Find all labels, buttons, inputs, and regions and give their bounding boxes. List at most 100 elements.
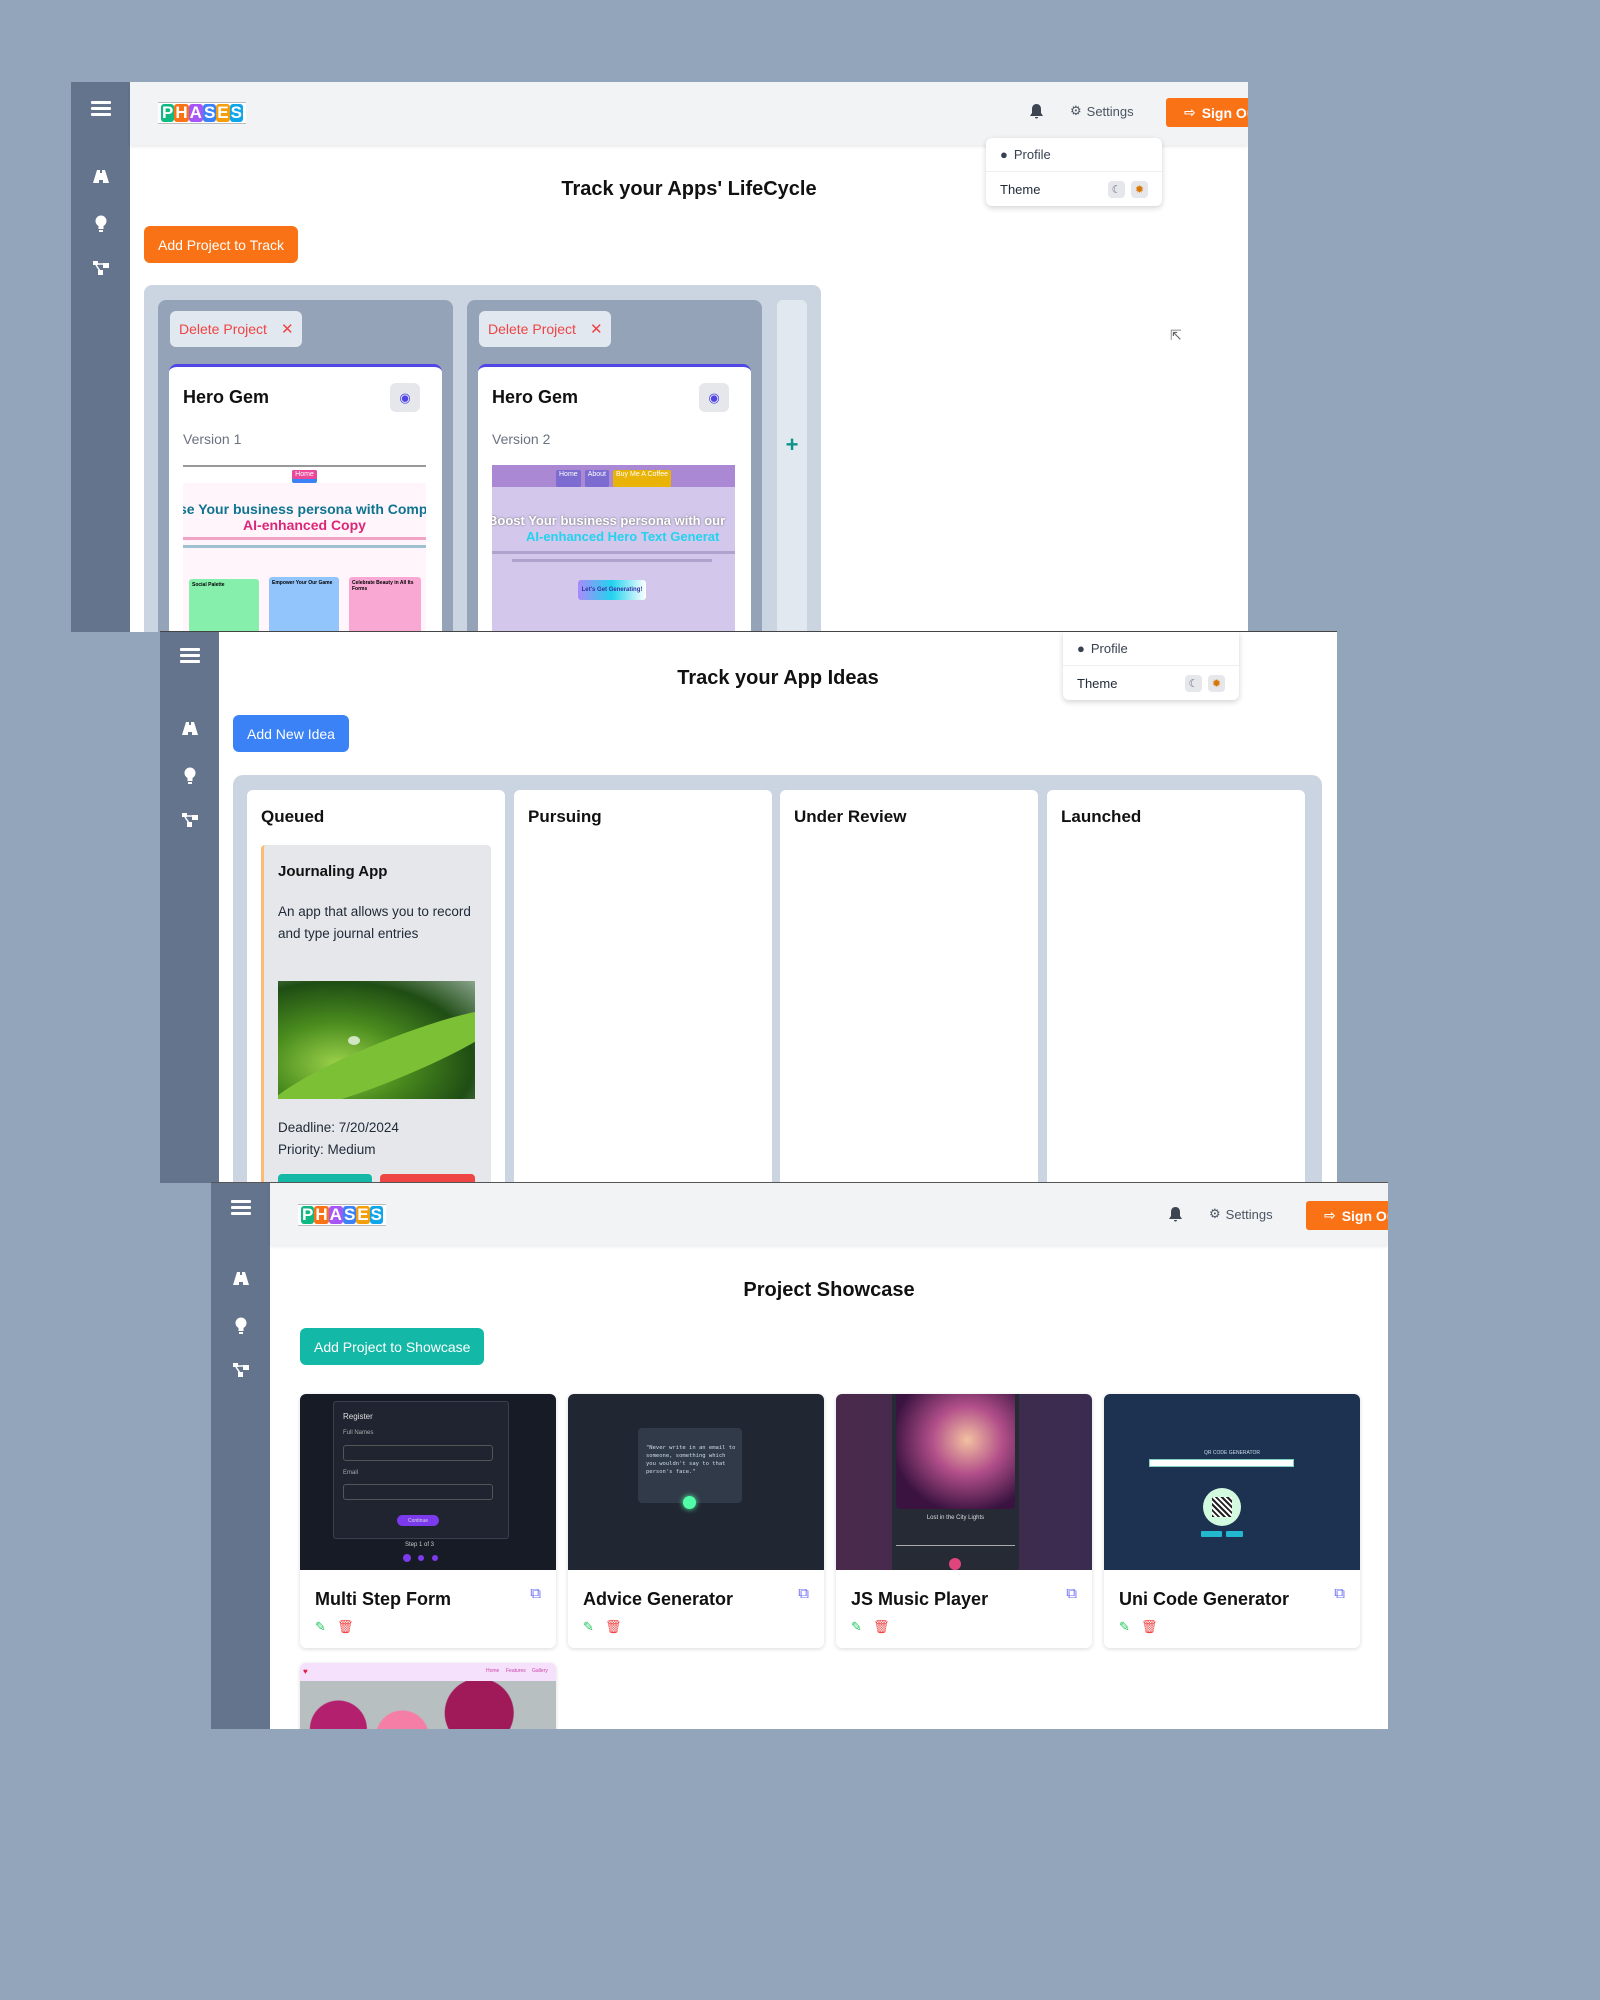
sitemap-icon[interactable] (71, 261, 130, 275)
idea-column-under-review: Under Review (780, 790, 1038, 1183)
profile-menu-item[interactable]: ● Profile (986, 138, 1162, 172)
logo-letter: P (301, 1205, 315, 1224)
preview-headline: se Your business persona with Comp (183, 501, 426, 517)
moon-icon[interactable]: ☾ (1185, 674, 1202, 692)
preview-heading: Register (343, 1412, 373, 1421)
menu-icon[interactable] (160, 645, 219, 666)
showcase-card: "Never write in an email to someone, som… (568, 1394, 824, 1648)
gear-icon: ⚙ (1209, 1206, 1221, 1221)
idea-column-queued: Queued Journaling App An app that allows… (247, 790, 505, 1183)
project-name: Uni Code Generator (1119, 1589, 1290, 1609)
sidebar (211, 1183, 270, 1729)
project-screenshot[interactable]: Register Full Names Email Continue Step … (300, 1394, 556, 1570)
column-title: Queued (261, 807, 325, 826)
preview-headline: Boost Your business persona with our (492, 513, 726, 528)
sign-out-button[interactable]: ⇨ Sign Out (1166, 98, 1248, 127)
edit-icon[interactable]: ✎ (315, 1619, 326, 1635)
lightbulb-icon[interactable] (71, 215, 130, 232)
edit-icon[interactable]: ✎ (583, 1619, 594, 1635)
trash-icon[interactable]: 🗑 (605, 1619, 622, 1635)
gear-icon: ⚙ (1070, 103, 1082, 118)
column-title: Launched (1061, 807, 1142, 826)
project-version: Version 2 (492, 431, 551, 447)
project-screenshot[interactable]: ♥ Home Features Gallery (300, 1663, 556, 1729)
delete-project-label: Delete Project (179, 321, 267, 337)
logo-letter: A (328, 1205, 343, 1224)
project-column: Delete Project ✕ Hero Gem ◉ Version 1 Hom… (158, 300, 453, 632)
eye-icon[interactable]: ◉ (699, 383, 729, 412)
eye-icon[interactable]: ◉ (390, 383, 420, 412)
project-preview-image[interactable]: Home About Buy Me A Coffee Boost Your bu… (492, 465, 735, 632)
mouse-cursor-icon: ⇱ (1170, 327, 1182, 343)
sitemap-icon[interactable] (160, 813, 219, 827)
bell-icon[interactable] (1030, 104, 1043, 123)
sun-icon[interactable]: ✹ (1208, 674, 1225, 692)
preview-nav: Home (556, 470, 581, 487)
ideas-window: ● Profile Theme ☾ ✹ Track your App Ideas… (160, 632, 1337, 1183)
external-link-icon[interactable]: ⧉ (530, 1585, 541, 1602)
logo-letter: H (174, 103, 189, 122)
external-link-icon[interactable]: ⧉ (798, 1585, 809, 1602)
add-project-to-track-button[interactable]: Add Project to Track (144, 226, 299, 263)
add-version-button[interactable]: + (777, 300, 807, 632)
trash-icon[interactable]: 🗑 (1141, 1619, 1158, 1635)
plus-icon: + (785, 432, 799, 457)
logo-letter: P (161, 103, 175, 122)
edit-idea-button[interactable] (278, 1174, 372, 1183)
project-name: Advice Generator (583, 1589, 734, 1609)
project-screenshot[interactable]: Lost in the City Lights (836, 1394, 1092, 1570)
sign-out-icon: ⇨ (1183, 104, 1196, 120)
project-name: Hero Gem (492, 387, 579, 407)
preview-headline: AI-enhanced Hero Text Generat (526, 529, 720, 544)
preview-tile: Celebrate Beauty in All Its Forms (349, 577, 421, 632)
lightbulb-icon[interactable] (211, 1317, 270, 1334)
road-icon[interactable] (211, 1272, 270, 1285)
external-link-icon[interactable]: ⧉ (1066, 1585, 1077, 1602)
project-screenshot[interactable]: QR CODE GENERATOR (1104, 1394, 1360, 1570)
showcase-card: ♥ Home Features Gallery (300, 1663, 556, 1729)
logo-letter: S (342, 1205, 357, 1224)
project-screenshot[interactable]: "Never write in an email to someone, som… (568, 1394, 824, 1570)
showcase-card: Lost in the City Lights JS Music Player … (836, 1394, 1092, 1648)
phases-logo[interactable]: PHASES (298, 1204, 386, 1226)
sign-out-button[interactable]: ⇨ Sign Out (1306, 1201, 1388, 1230)
project-card: Hero Gem ◉ Version 2 Home About Buy Me A… (478, 364, 751, 632)
trash-icon[interactable]: 🗑 (337, 1619, 354, 1635)
trash-icon[interactable]: 🗑 (873, 1619, 890, 1635)
settings-button[interactable]: ⚙ Settings (1070, 103, 1134, 119)
delete-project-button[interactable]: Delete Project ✕ (479, 311, 611, 347)
preview-button: Continue (397, 1515, 439, 1526)
settings-label: Settings (1225, 1206, 1273, 1222)
column-title: Pursuing (528, 807, 602, 826)
idea-card[interactable]: Journaling App An app that allows you to… (261, 845, 491, 1183)
preview-nav: Buy Me A Coffee (612, 470, 671, 487)
lightbulb-icon[interactable] (160, 767, 219, 784)
menu-icon[interactable] (71, 98, 130, 119)
bell-icon[interactable] (1169, 1207, 1182, 1226)
sun-icon[interactable]: ✹ (1131, 180, 1148, 198)
edit-icon[interactable]: ✎ (851, 1619, 862, 1635)
logo-letter: H (314, 1205, 329, 1224)
profile-menu-item[interactable]: ● Profile (1063, 632, 1239, 666)
preview-nav: Home (292, 470, 317, 479)
sitemap-icon[interactable] (211, 1363, 270, 1377)
add-new-idea-button[interactable]: Add New Idea (233, 715, 349, 752)
column-title: Under Review (794, 807, 907, 826)
add-project-to-showcase-button[interactable]: Add Project to Showcase (300, 1328, 485, 1365)
delete-project-button[interactable]: Delete Project ✕ (170, 311, 302, 347)
main-content: PHASES ⚙ Settings ⇨ Sign Out ● Profile T… (130, 82, 1248, 632)
settings-button[interactable]: ⚙ Settings (1209, 1206, 1273, 1222)
delete-idea-button[interactable] (380, 1174, 475, 1183)
phases-logo[interactable]: PHASES (158, 102, 246, 124)
user-circle-icon: ● (1000, 147, 1008, 162)
road-icon[interactable] (160, 722, 219, 735)
menu-icon[interactable] (211, 1197, 270, 1218)
road-icon[interactable] (71, 170, 130, 183)
external-link-icon[interactable]: ⧉ (1334, 1585, 1345, 1602)
sidebar (71, 82, 130, 632)
idea-description: An app that allows you to record and typ… (278, 904, 471, 941)
edit-icon[interactable]: ✎ (1119, 1619, 1130, 1635)
project-preview-image[interactable]: Home About se Your business persona with… (183, 465, 426, 632)
moon-icon[interactable]: ☾ (1108, 180, 1125, 198)
preview-song: Lost in the City Lights (926, 1515, 985, 1521)
